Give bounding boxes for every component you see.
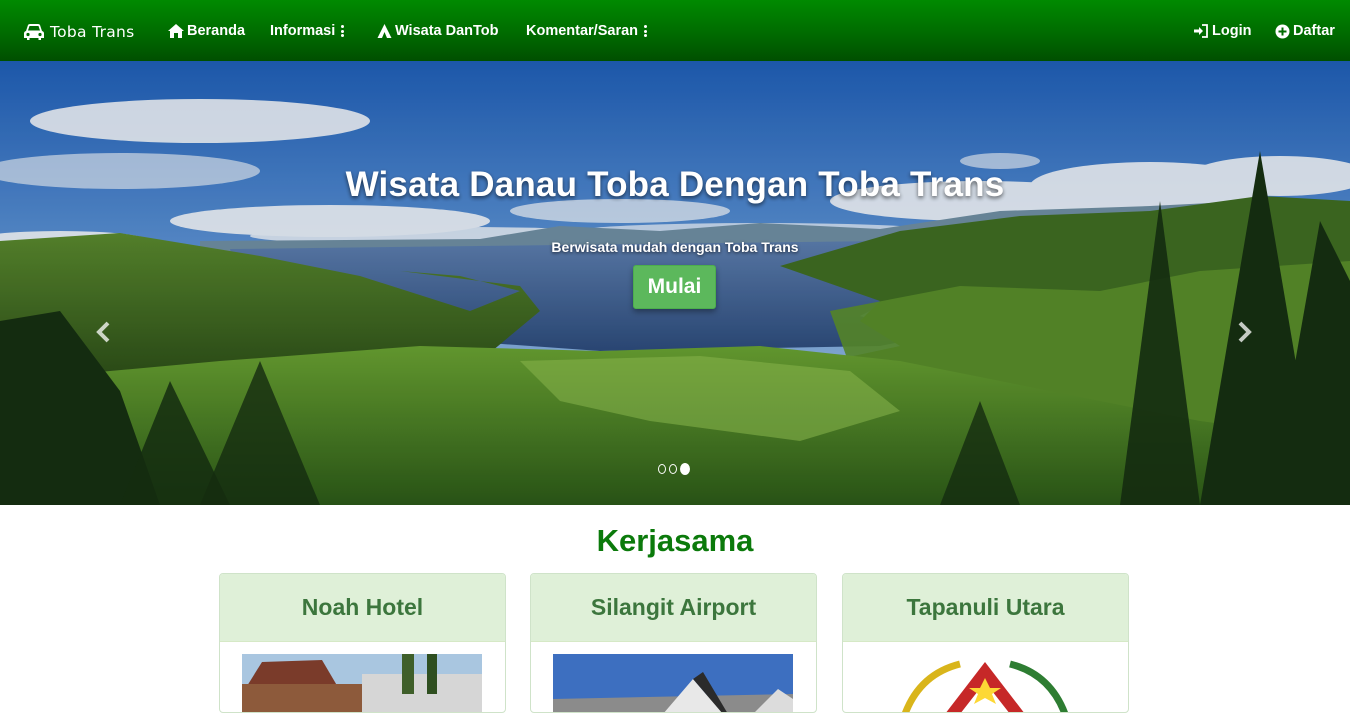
brand-name: Toba Trans	[50, 23, 135, 41]
partner-card-title: Silangit Airport	[531, 574, 816, 642]
nav-beranda-label: Beranda	[187, 23, 246, 39]
nav-wisata[interactable]: Wisata DanTob	[377, 20, 499, 42]
regency-emblem-image	[865, 654, 1105, 712]
top-navbar: Toba Trans Beranda Informasi Wisata DanT…	[0, 0, 1350, 61]
start-button[interactable]: Mulai	[633, 265, 716, 309]
nav-komentar-dropdown[interactable]: Komentar/Saran	[526, 20, 648, 42]
nav-informasi-label: Informasi	[270, 23, 336, 39]
register-link[interactable]: Daftar	[1275, 20, 1335, 42]
login-label: Login	[1212, 23, 1252, 39]
chevron-right-icon	[1238, 321, 1252, 343]
login-link[interactable]: Login	[1193, 20, 1251, 42]
airport-image	[553, 654, 793, 712]
carousel-indicator-active[interactable]	[680, 463, 690, 475]
nav-komentar-label: Komentar/Saran	[526, 23, 639, 39]
nav-beranda[interactable]: Beranda	[168, 20, 245, 42]
register-label: Daftar	[1293, 23, 1335, 39]
tent-icon	[377, 24, 392, 38]
carousel-indicator[interactable]	[658, 464, 666, 474]
carousel-indicator[interactable]	[669, 464, 677, 474]
carousel-indicators	[658, 463, 690, 475]
vertical-dots-icon	[341, 24, 345, 39]
partner-card[interactable]: Tapanuli Utara	[842, 573, 1129, 713]
hero-carousel: Wisata Danau Toba Dengan Toba Trans Berw…	[0, 61, 1350, 505]
nav-wisata-label: Wisata DanTob	[395, 23, 499, 39]
hero-title: Wisata Danau Toba Dengan Toba Trans	[345, 165, 1005, 204]
plus-circle-icon	[1275, 24, 1290, 38]
car-icon	[24, 24, 44, 40]
vertical-dots-icon	[644, 24, 648, 39]
nav-informasi-dropdown[interactable]: Informasi	[270, 20, 345, 42]
hotel-image	[242, 654, 482, 712]
partner-card[interactable]: Silangit Airport	[530, 573, 817, 713]
chevron-left-icon	[96, 321, 110, 343]
section-title: Kerjasama	[596, 523, 754, 558]
brand-link[interactable]: Toba Trans	[23, 20, 135, 44]
login-icon	[1194, 24, 1208, 38]
partner-card-title: Noah Hotel	[220, 574, 505, 642]
carousel-prev-button[interactable]	[88, 317, 118, 347]
partner-card[interactable]: Noah Hotel	[219, 573, 506, 713]
carousel-next-button[interactable]	[1230, 317, 1260, 347]
home-icon	[168, 24, 184, 38]
hero-subtitle: Berwisata mudah dengan Toba Trans	[551, 239, 799, 255]
partner-card-title: Tapanuli Utara	[843, 574, 1128, 642]
